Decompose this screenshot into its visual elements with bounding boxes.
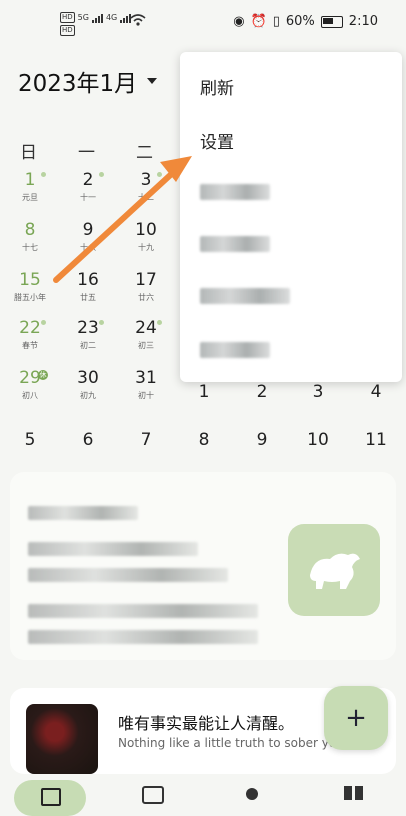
- nav-calendar-tab[interactable]: [14, 780, 86, 816]
- bull-icon: [310, 553, 360, 589]
- calendar-icon: [41, 788, 61, 806]
- redacted-text: [28, 630, 258, 644]
- apps-grid-icon[interactable]: [344, 786, 364, 800]
- add-event-button[interactable]: +: [324, 686, 388, 750]
- discover-icon[interactable]: [246, 788, 258, 800]
- redacted-text: [28, 568, 228, 582]
- bottom-navigation: [0, 774, 406, 816]
- redacted-text: [28, 604, 258, 618]
- info-card[interactable]: [10, 472, 396, 660]
- annotation-arrow: [53, 156, 192, 283]
- quote-thumbnail: [26, 704, 98, 774]
- quote-chinese: 唯有事实最能让人清醒。: [118, 714, 295, 733]
- redacted-text: [28, 506, 138, 520]
- list-icon[interactable]: [142, 786, 164, 804]
- redacted-text: [28, 542, 198, 556]
- card-image: [288, 524, 380, 616]
